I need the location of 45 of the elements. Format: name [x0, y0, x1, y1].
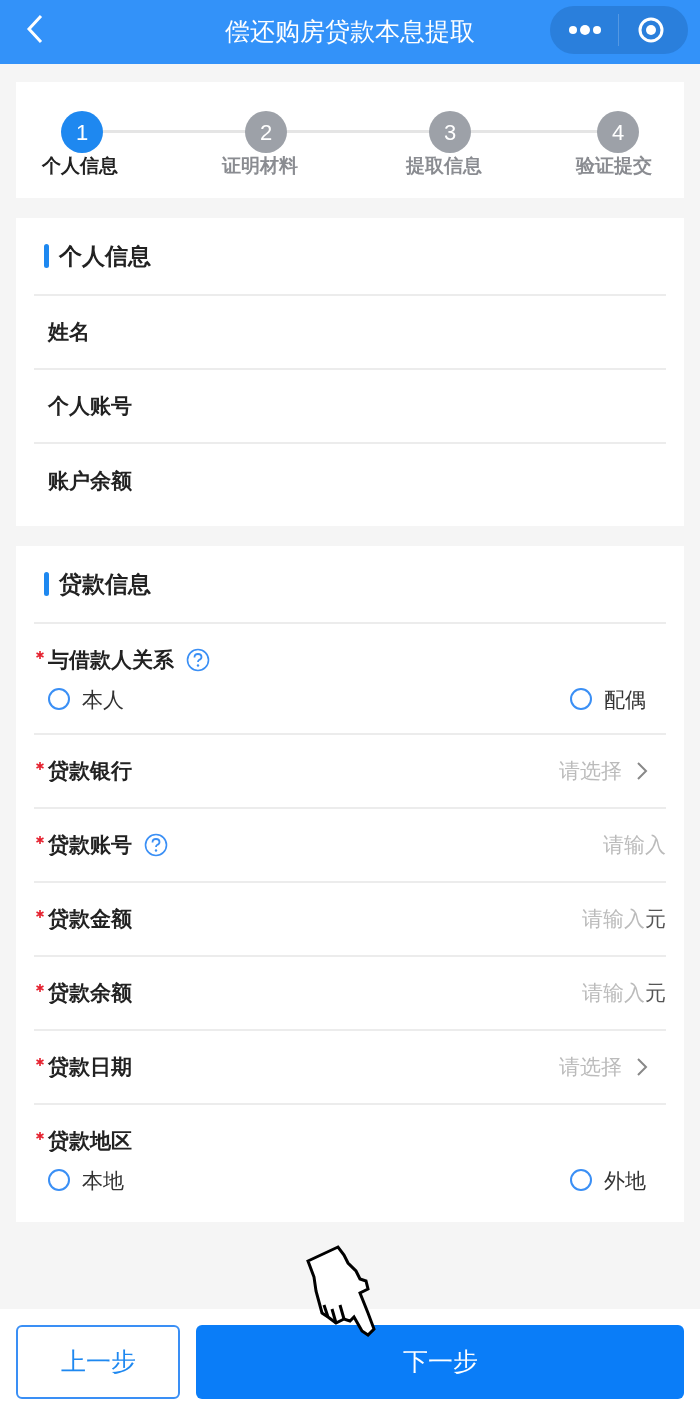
step-label: 证明材料: [222, 154, 298, 178]
step-label: 个人信息: [42, 154, 118, 178]
next-button[interactable]: 下一步: [196, 1325, 684, 1399]
section-marker: [44, 572, 49, 596]
input-field[interactable]: 请输入: [445, 903, 645, 935]
placeholder-text: 请选择: [559, 1054, 622, 1081]
select-field[interactable]: 请选择: [559, 1051, 648, 1083]
unit-label: 元: [645, 906, 666, 933]
field-label: 个人账号: [48, 393, 132, 420]
option-label: 本人: [82, 686, 125, 713]
section-title: 个人信息: [59, 241, 151, 271]
section-title: 贷款信息: [59, 569, 151, 599]
input-field[interactable]: 请输入: [445, 977, 645, 1009]
placeholder-text: 请选择: [559, 758, 622, 785]
previous-button[interactable]: 上一步: [16, 1325, 180, 1399]
field-label: 姓名: [48, 319, 90, 346]
input-field[interactable]: 请输入: [466, 829, 666, 861]
field-label: 与借款人关系: [48, 647, 174, 673]
help-icon[interactable]: [186, 647, 210, 672]
chevron-right-icon: [636, 761, 648, 781]
radio-button[interactable]: [48, 1169, 70, 1192]
field-label: 贷款账号: [48, 832, 132, 859]
option-label: 外地: [604, 1167, 647, 1194]
option-label: 配偶: [604, 686, 647, 713]
radio-button[interactable]: [570, 1169, 592, 1192]
field-label: 贷款地区: [48, 1128, 132, 1154]
radio-button[interactable]: [570, 688, 592, 711]
radio-button[interactable]: [48, 688, 70, 711]
section-marker: [44, 244, 49, 268]
back-icon[interactable]: [26, 14, 44, 44]
field-label: 贷款金额: [48, 906, 132, 933]
unit-label: 元: [645, 980, 666, 1007]
option-label: 本地: [82, 1167, 125, 1194]
help-icon[interactable]: [144, 833, 168, 857]
step-label: 提取信息: [406, 154, 482, 178]
field-label: 贷款银行: [48, 758, 132, 785]
close-target-icon[interactable]: [637, 16, 665, 44]
step-label: 验证提交: [576, 154, 652, 178]
page-title: 偿还购房贷款本息提取: [225, 16, 475, 48]
field-label: 贷款日期: [48, 1054, 132, 1081]
more-icon[interactable]: [568, 24, 602, 36]
select-field[interactable]: 请选择: [559, 755, 648, 787]
field-label: 贷款余额: [48, 980, 132, 1007]
field-label: 账户余额: [48, 468, 132, 495]
chevron-right-icon: [636, 1057, 648, 1077]
